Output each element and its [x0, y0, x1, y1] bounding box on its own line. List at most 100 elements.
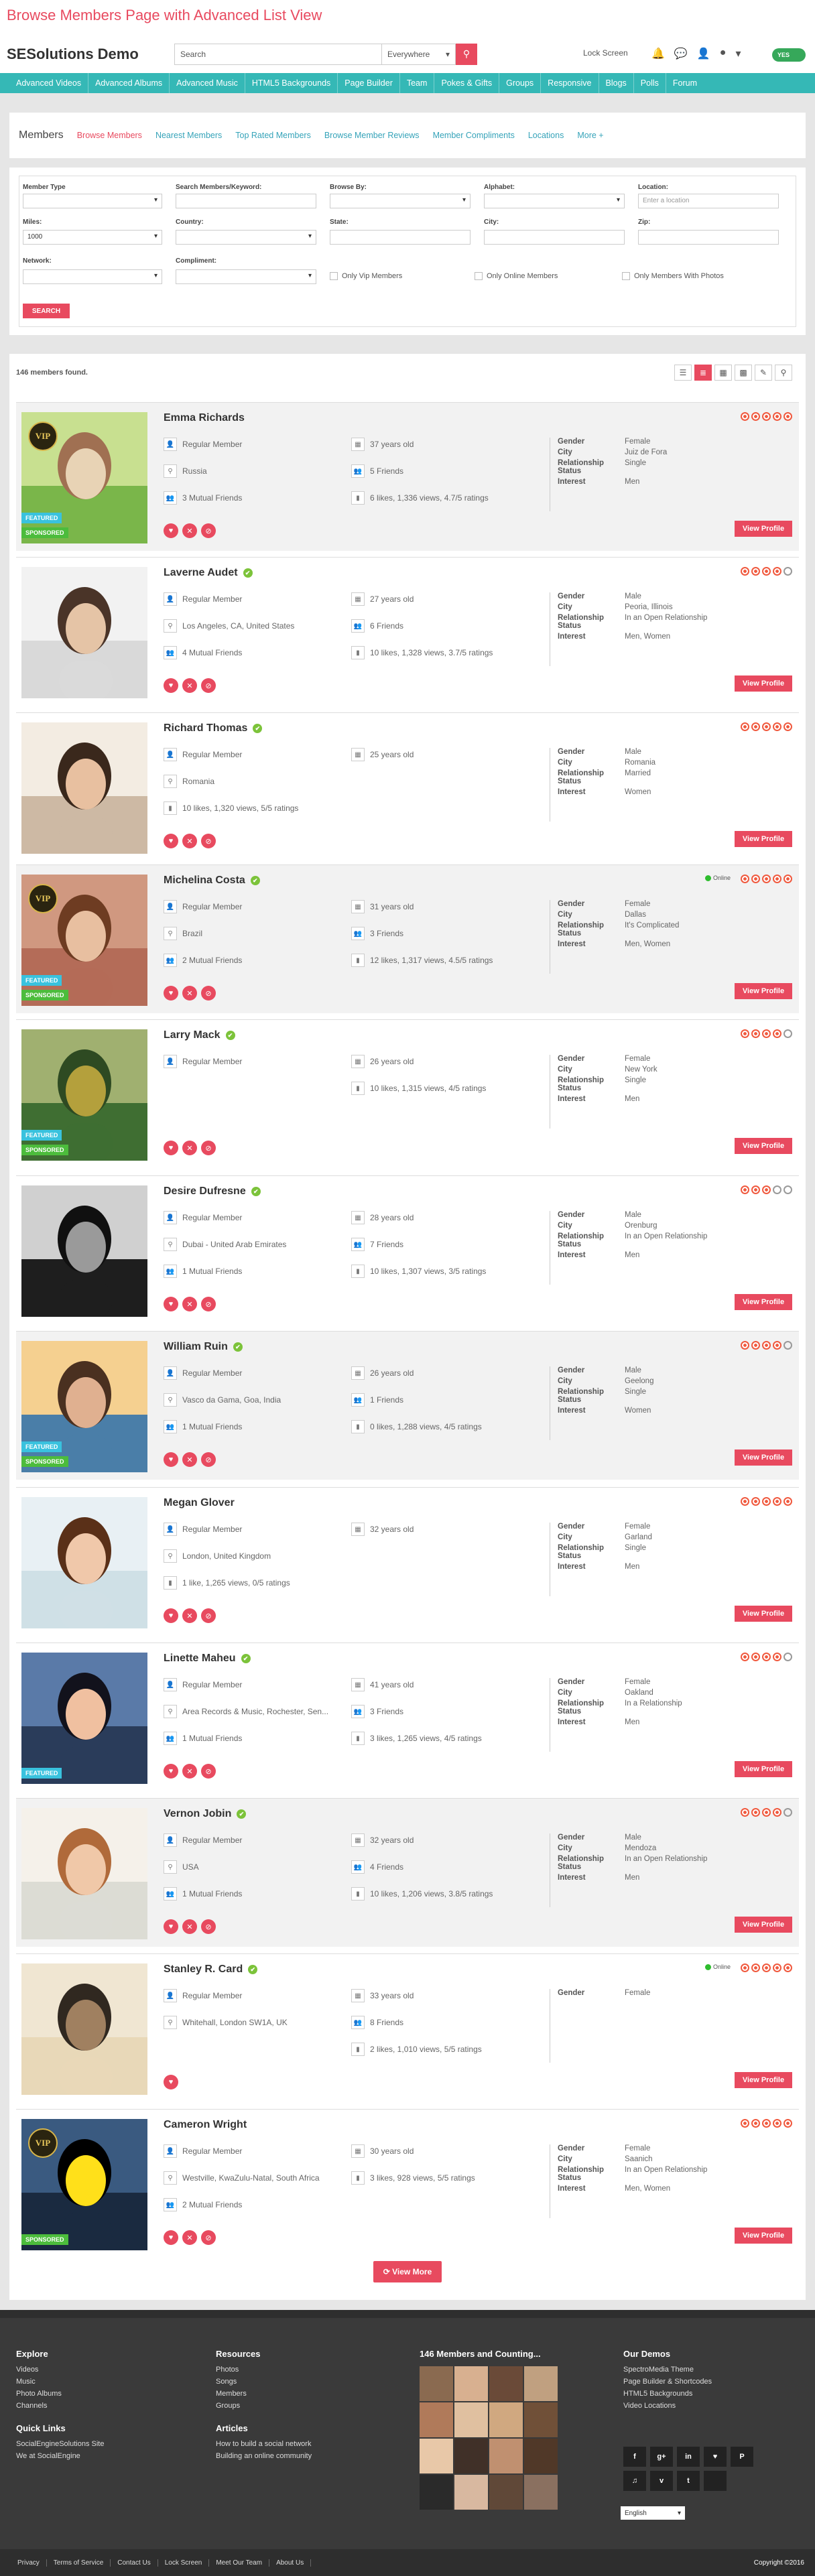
like-icon[interactable]: ♥ — [164, 523, 178, 538]
footer-member-photo[interactable] — [489, 2366, 523, 2401]
footer-bottom-link[interactable]: Terms of Service — [47, 2559, 111, 2567]
footer-bottom-link[interactable]: Meet Our Team — [209, 2559, 270, 2567]
advanced-list-view-icon[interactable]: ≣ — [694, 365, 712, 381]
subnav-item[interactable]: More + — [577, 131, 603, 140]
member-mutual[interactable]: 👥 1 Mutual Friends — [164, 1732, 242, 1745]
tumblr-icon[interactable]: t — [677, 2471, 700, 2491]
close-icon[interactable]: ✕ — [182, 678, 197, 693]
footer-link[interactable]: Music — [16, 2378, 104, 2386]
member-name[interactable]: William Ruin ✔ — [164, 1341, 243, 1353]
footer-link[interactable]: Photos — [216, 2366, 312, 2374]
close-icon[interactable]: ✕ — [182, 1452, 197, 1467]
network-select[interactable] — [23, 269, 162, 284]
footer-member-photo[interactable] — [454, 2366, 488, 2401]
location-input[interactable]: Enter a location — [638, 194, 779, 208]
nav-item[interactable]: Advanced Videos — [9, 73, 89, 93]
member-photo[interactable] — [21, 567, 147, 698]
footer-link[interactable]: How to build a social network — [216, 2440, 312, 2448]
search-scope-select[interactable]: Everywhere ▾ — [382, 43, 456, 65]
like-icon[interactable]: ♥ — [164, 2230, 178, 2245]
footer-member-photo[interactable] — [454, 2439, 488, 2473]
like-icon[interactable]: ♥ — [164, 678, 178, 693]
member-mutual[interactable]: 👥 2 Mutual Friends — [164, 2198, 242, 2211]
nav-item[interactable]: Advanced Music — [170, 73, 245, 93]
close-icon[interactable]: ✕ — [182, 2230, 197, 2245]
member-mutual[interactable]: 👥 4 Mutual Friends — [164, 646, 242, 659]
search-input[interactable]: Search — [174, 43, 382, 65]
close-icon[interactable]: ✕ — [182, 834, 197, 848]
member-friends[interactable]: 👥 7 Friends — [351, 1238, 403, 1251]
close-icon[interactable]: ✕ — [182, 523, 197, 538]
view-profile-button[interactable]: View Profile — [735, 1294, 792, 1310]
nav-item[interactable]: Advanced Albums — [88, 73, 170, 93]
footer-link[interactable]: We at SocialEngine — [16, 2452, 104, 2460]
member-name[interactable]: Cameron Wright — [164, 2119, 247, 2131]
language-select[interactable]: English ▾ — [621, 2506, 685, 2520]
block-icon[interactable]: ⊘ — [201, 986, 216, 1001]
member-photo[interactable] — [21, 722, 147, 854]
footer-member-photo[interactable] — [524, 2402, 558, 2437]
member-mutual[interactable]: 👥 1 Mutual Friends — [164, 1265, 242, 1278]
member-photo[interactable]: VIP FEATURED SPONSORED — [21, 412, 147, 543]
zip-input[interactable] — [638, 230, 779, 245]
member-friends[interactable]: 👥 8 Friends — [351, 2016, 403, 2029]
vip-checkbox[interactable]: Only Vip Members — [330, 272, 402, 280]
member-photo[interactable] — [21, 1808, 147, 1939]
member-mutual[interactable]: 👥 3 Mutual Friends — [164, 491, 242, 505]
view-profile-button[interactable]: View Profile — [735, 1138, 792, 1154]
member-photo[interactable]: FEATURED SPONSORED — [21, 1029, 147, 1161]
block-icon[interactable]: ⊘ — [201, 678, 216, 693]
subnav-item[interactable]: Member Compliments — [433, 131, 515, 140]
filter-search-button[interactable]: SEARCH — [23, 304, 70, 318]
like-icon[interactable]: ♥ — [164, 986, 178, 1001]
member-photo[interactable]: FEATURED — [21, 1653, 147, 1784]
nav-item[interactable]: Page Builder — [338, 73, 400, 93]
view-profile-button[interactable]: View Profile — [735, 1761, 792, 1777]
heart-icon[interactable]: ♥ — [704, 2447, 727, 2467]
avatar[interactable]: ● — [720, 47, 727, 60]
member-name[interactable]: Stanley R. Card ✔ — [164, 1963, 258, 1976]
footer-member-photo[interactable] — [420, 2439, 453, 2473]
footer-link[interactable]: Groups — [216, 2402, 312, 2410]
subnav-item[interactable]: Browse Member Reviews — [324, 131, 420, 140]
footer-link[interactable]: SocialEngineSolutions Site — [16, 2440, 104, 2448]
keyword-input[interactable] — [176, 194, 316, 208]
block-icon[interactable]: ⊘ — [201, 1764, 216, 1779]
footer-link[interactable]: Building an online community — [216, 2452, 312, 2460]
nav-item[interactable]: Responsive — [541, 73, 599, 93]
view-profile-button[interactable]: View Profile — [735, 831, 792, 847]
site-logo[interactable]: SESolutions Demo — [7, 46, 174, 63]
block-icon[interactable]: ⊘ — [201, 1452, 216, 1467]
close-icon[interactable]: ✕ — [182, 1608, 197, 1623]
member-mutual[interactable]: 👥 1 Mutual Friends — [164, 1887, 242, 1901]
lock-screen-link[interactable]: Lock Screen — [583, 48, 628, 58]
pinboard-view-icon[interactable]: ▩ — [735, 365, 752, 381]
view-profile-button[interactable]: View Profile — [735, 1450, 792, 1466]
like-icon[interactable]: ♥ — [164, 834, 178, 848]
nav-item[interactable]: HTML5 Backgrounds — [245, 73, 338, 93]
like-icon[interactable]: ♥ — [164, 1452, 178, 1467]
pinterest-icon[interactable]: P — [731, 2447, 753, 2467]
like-icon[interactable]: ♥ — [164, 2075, 178, 2089]
search-button[interactable]: ⚲ — [456, 43, 477, 65]
member-name[interactable]: Michelina Costa ✔ — [164, 875, 260, 887]
view-profile-button[interactable]: View Profile — [735, 2228, 792, 2244]
footer-link[interactable]: Video Locations — [623, 2402, 712, 2410]
close-icon[interactable]: ✕ — [182, 1919, 197, 1934]
alphabet-select[interactable] — [484, 194, 625, 208]
footer-bottom-link[interactable]: Contact Us — [111, 2559, 158, 2567]
member-name[interactable]: Linette Maheu ✔ — [164, 1653, 251, 1665]
close-icon[interactable]: ✕ — [182, 1764, 197, 1779]
footer-member-photo[interactable] — [524, 2475, 558, 2510]
footer-member-photo[interactable] — [454, 2402, 488, 2437]
view-profile-button[interactable]: View Profile — [735, 983, 792, 999]
messages-icon[interactable]: 💬 — [674, 47, 688, 60]
view-profile-button[interactable]: View Profile — [735, 1917, 792, 1933]
nav-item[interactable]: Team — [400, 73, 435, 93]
pin-icon[interactable]: ✎ — [755, 365, 772, 381]
block-icon[interactable]: ⊘ — [201, 834, 216, 848]
map-marker-icon[interactable]: ⚲ — [775, 365, 792, 381]
footer-member-photo[interactable] — [454, 2475, 488, 2510]
member-photo[interactable] — [21, 1497, 147, 1628]
footer-bottom-link[interactable]: Lock Screen — [158, 2559, 210, 2567]
